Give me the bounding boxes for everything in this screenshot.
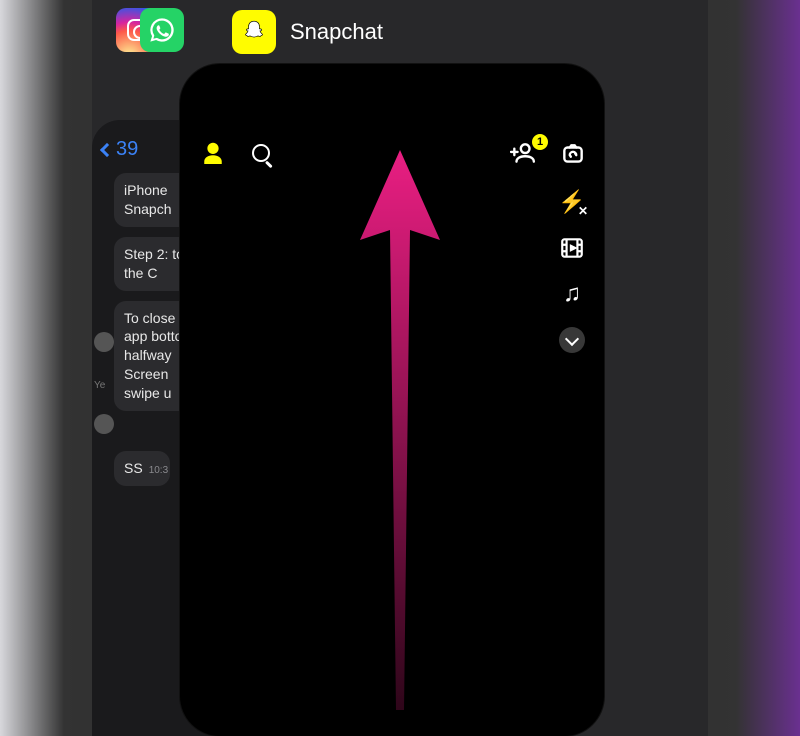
snapchat-icon bbox=[232, 10, 276, 54]
music-button[interactable]: ♫ bbox=[558, 280, 586, 308]
day-separator: Ye bbox=[94, 380, 105, 391]
snapchat-top-bar: 1 bbox=[180, 130, 604, 178]
video-button[interactable] bbox=[558, 234, 586, 262]
notification-badge: 1 bbox=[532, 134, 548, 150]
add-friend-button[interactable]: 1 bbox=[510, 140, 542, 168]
app-switcher-header-snapchat: Snapchat bbox=[232, 10, 383, 54]
app-switcher-title: Snapchat bbox=[290, 19, 383, 45]
avatar bbox=[94, 414, 114, 434]
whatsapp-icon bbox=[140, 8, 184, 52]
app-card-snapchat[interactable]: 1 ⚡ ✕ ♫ bbox=[180, 64, 604, 736]
flash-off-button[interactable]: ⚡ ✕ bbox=[558, 188, 586, 216]
search-icon[interactable] bbox=[250, 142, 274, 166]
camera-side-tools: ⚡ ✕ ♫ bbox=[558, 188, 586, 354]
chevron-down-icon bbox=[559, 327, 585, 353]
expand-tools-button[interactable] bbox=[558, 326, 586, 354]
flip-camera-button[interactable] bbox=[560, 141, 586, 167]
chevron-left-icon bbox=[100, 142, 114, 156]
avatar bbox=[94, 332, 114, 352]
unread-count: 39 bbox=[116, 138, 138, 161]
disabled-x-icon: ✕ bbox=[578, 204, 588, 218]
music-icon: ♫ bbox=[563, 280, 581, 308]
profile-button[interactable] bbox=[198, 139, 228, 169]
chat-bubble: SS 10:3 bbox=[114, 451, 170, 486]
app-switcher-header-stack bbox=[116, 8, 184, 52]
